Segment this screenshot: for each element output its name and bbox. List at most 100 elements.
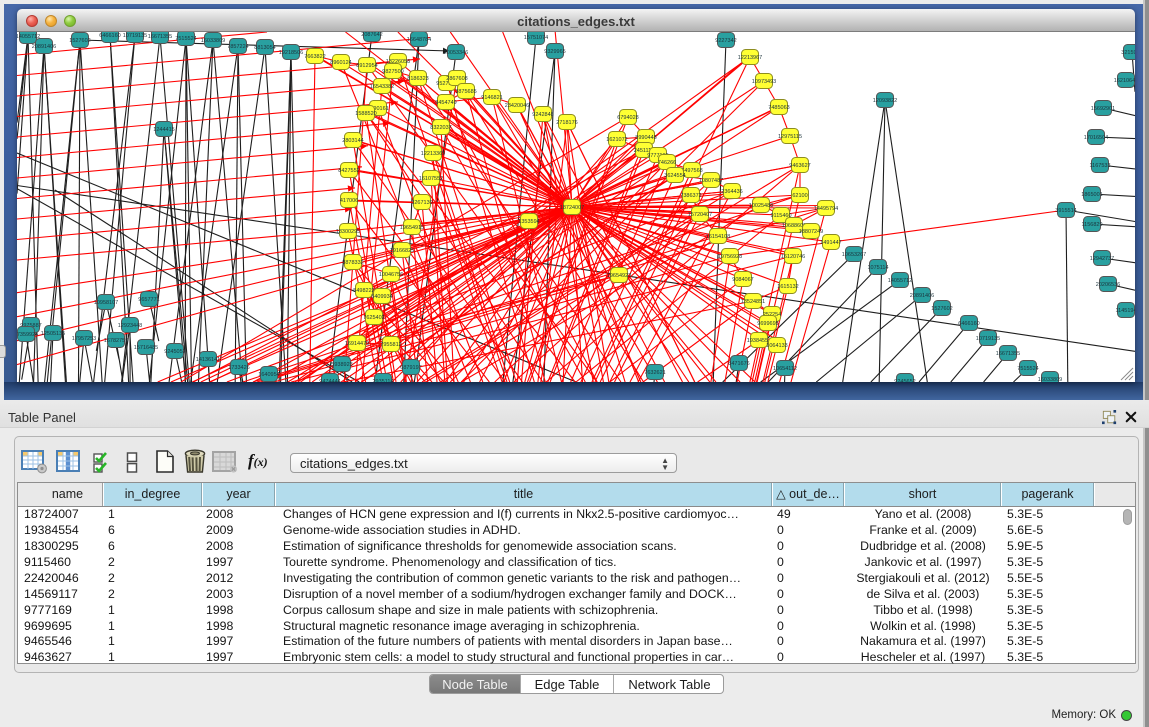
svg-text:1640954: 1640954 xyxy=(258,372,279,378)
svg-text:1588520: 1588520 xyxy=(355,111,376,117)
svg-text:16033809: 16033809 xyxy=(201,38,225,44)
svg-text:1621072: 1621072 xyxy=(606,137,627,143)
svg-text:8990448: 8990448 xyxy=(635,135,656,141)
svg-text:16914479: 16914479 xyxy=(345,341,369,347)
svg-text:9146821: 9146821 xyxy=(481,95,502,101)
svg-text:2803144: 2803144 xyxy=(342,138,363,144)
svg-text:10958107: 10958107 xyxy=(94,300,118,306)
svg-text:9242848: 9242848 xyxy=(532,112,553,118)
svg-text:1865001: 1865001 xyxy=(1081,192,1102,198)
svg-text:16210643: 16210643 xyxy=(1114,78,1135,84)
svg-text:17359924: 17359924 xyxy=(17,332,38,338)
svg-text:9463627: 9463627 xyxy=(789,163,810,169)
svg-text:9245052: 9245052 xyxy=(164,349,185,355)
svg-text:7485063: 7485063 xyxy=(768,105,789,111)
svg-text:15751074: 15751074 xyxy=(524,35,548,41)
svg-text:7632621: 7632621 xyxy=(644,370,665,376)
svg-text:7625402: 7625402 xyxy=(363,315,384,321)
svg-text:9474444: 9474444 xyxy=(319,379,340,382)
svg-text:14495794: 14495794 xyxy=(814,206,838,212)
svg-text:3215958: 3215958 xyxy=(1121,50,1135,56)
svg-text:6466160: 6466160 xyxy=(99,33,120,39)
svg-text:18724007: 18724007 xyxy=(560,205,584,211)
svg-text:10719135: 10719135 xyxy=(123,33,147,39)
svg-text:8454749: 8454749 xyxy=(435,100,456,106)
svg-text:14136141: 14136141 xyxy=(196,357,220,363)
svg-text:17957253: 17957253 xyxy=(72,336,96,342)
svg-text:16671355: 16671355 xyxy=(996,351,1020,357)
svg-text:9329965: 9329965 xyxy=(544,49,565,55)
svg-text:20206536: 20206536 xyxy=(1096,282,1120,288)
svg-text:13524851: 13524851 xyxy=(741,299,765,305)
svg-text:19166825: 19166825 xyxy=(390,248,414,254)
svg-text:9227342: 9227342 xyxy=(715,38,736,44)
svg-text:16107552: 16107552 xyxy=(419,176,443,182)
svg-text:1156829: 1156829 xyxy=(1081,222,1102,228)
svg-text:12093822: 12093822 xyxy=(873,98,897,104)
svg-text:7663822: 7663822 xyxy=(304,54,325,60)
svg-text:3624554: 3624554 xyxy=(664,173,685,179)
svg-text:8878332: 8878332 xyxy=(342,260,363,266)
svg-text:6794028: 6794028 xyxy=(617,115,638,121)
svg-text:18300295: 18300295 xyxy=(336,229,360,235)
svg-text:2364436: 2364436 xyxy=(721,189,742,195)
svg-text:8813054: 8813054 xyxy=(254,45,275,51)
svg-text:18807249: 18807249 xyxy=(799,229,823,235)
svg-text:6879197: 6879197 xyxy=(400,365,421,371)
svg-text:16671355: 16671355 xyxy=(148,34,172,40)
svg-text:12923448: 12923448 xyxy=(118,323,142,329)
svg-text:9245652: 9245652 xyxy=(894,379,915,382)
svg-text:1527602: 1527602 xyxy=(931,306,952,312)
svg-text:10046756: 10046756 xyxy=(379,272,403,278)
svg-text:10654112: 10654112 xyxy=(773,366,797,372)
svg-text:8322037: 8322037 xyxy=(430,125,451,131)
svg-text:2718176: 2718176 xyxy=(556,120,577,126)
svg-text:8186323: 8186323 xyxy=(407,76,428,82)
svg-text:19654915: 19654915 xyxy=(400,225,424,231)
svg-text:16543382: 16543382 xyxy=(370,84,394,90)
svg-text:1615132: 1615132 xyxy=(777,284,798,290)
svg-text:62100: 62100 xyxy=(792,193,807,199)
svg-text:1733426: 1733426 xyxy=(228,365,249,371)
svg-text:3875685: 3875685 xyxy=(455,89,476,95)
svg-text:12942737: 12942737 xyxy=(1090,256,1114,262)
svg-text:10973493: 10973493 xyxy=(752,79,776,85)
svg-text:5938923: 5938923 xyxy=(331,362,352,368)
svg-text:1527602: 1527602 xyxy=(69,38,90,44)
svg-text:3267130: 3267130 xyxy=(411,200,432,206)
svg-text:15720407: 15720407 xyxy=(688,212,712,218)
svg-text:12213369: 12213369 xyxy=(421,151,445,157)
svg-text:1145194: 1145194 xyxy=(1115,308,1135,314)
svg-text:8960124: 8960124 xyxy=(330,60,351,66)
svg-text:2935114: 2935114 xyxy=(372,379,393,382)
svg-text:12975115: 12975115 xyxy=(778,134,802,140)
svg-text:417006: 417006 xyxy=(340,198,358,204)
svg-text:10807487: 10807487 xyxy=(699,178,723,184)
svg-text:5409934: 5409934 xyxy=(371,294,392,300)
svg-text:7955812: 7955812 xyxy=(380,342,401,348)
svg-text:10719135: 10719135 xyxy=(976,336,1000,342)
svg-text:8912954: 8912954 xyxy=(356,63,377,69)
svg-text:2087642: 2087642 xyxy=(361,32,382,38)
svg-text:3915514: 3915514 xyxy=(1055,208,1076,214)
svg-text:8471676: 8471676 xyxy=(728,361,749,367)
svg-text:23420046: 23420046 xyxy=(505,103,529,109)
svg-text:12213967: 12213967 xyxy=(738,55,762,61)
svg-text:16782759: 16782759 xyxy=(104,338,128,344)
svg-text:1167533: 1167533 xyxy=(1089,163,1110,169)
svg-text:16120746: 16120746 xyxy=(781,254,805,260)
svg-text:17016504: 17016504 xyxy=(1084,135,1108,141)
svg-text:9657771: 9657771 xyxy=(138,297,159,303)
svg-text:1353594: 1353594 xyxy=(518,219,539,225)
svg-text:2867608: 2867608 xyxy=(446,76,467,82)
svg-text:6466160: 6466160 xyxy=(958,321,979,327)
svg-text:16033809: 16033809 xyxy=(1038,377,1062,382)
svg-text:8427552: 8427552 xyxy=(338,168,359,174)
svg-text:1064133: 1064133 xyxy=(766,343,787,349)
svg-text:19654923: 19654923 xyxy=(607,273,631,279)
svg-text:746266: 746266 xyxy=(658,160,676,166)
svg-text:7515524: 7515524 xyxy=(1017,366,1038,372)
svg-text:9699695: 9699695 xyxy=(757,321,778,327)
svg-text:20891406: 20891406 xyxy=(32,44,56,50)
svg-text:15692901: 15692901 xyxy=(1091,106,1115,112)
